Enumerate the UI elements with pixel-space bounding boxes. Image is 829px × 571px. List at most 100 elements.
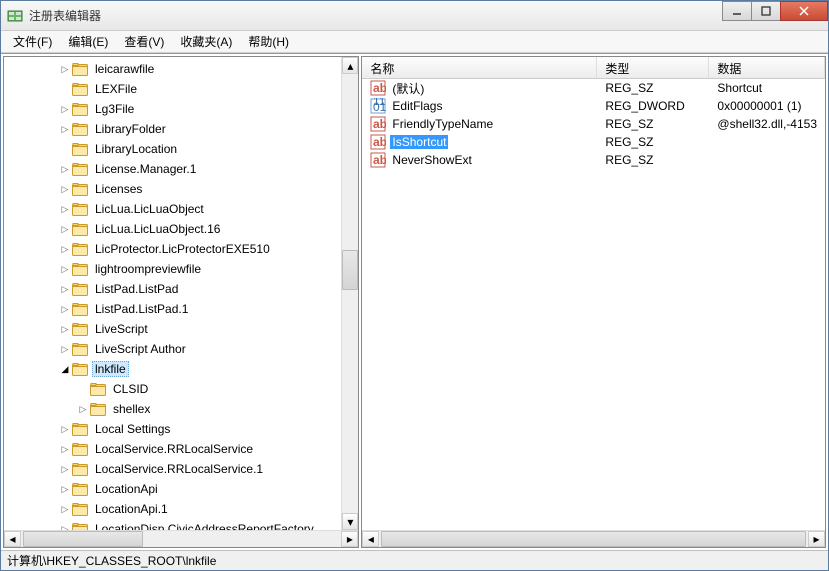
- expander-closed-icon[interactable]: ▷: [58, 282, 72, 296]
- tree-item[interactable]: ▷shellex: [4, 399, 341, 419]
- expander-closed-icon[interactable]: ▷: [58, 242, 72, 256]
- tree-item-label: LEXFile: [92, 81, 140, 97]
- scroll-left-icon[interactable]: ◂: [362, 531, 379, 547]
- tree-item[interactable]: ▷ Lg3File: [4, 99, 341, 119]
- tree-item[interactable]: LibraryLocation: [4, 139, 341, 159]
- value-data: Shortcut: [709, 81, 825, 95]
- tree-item-label: Local Settings: [92, 421, 173, 437]
- column-type[interactable]: 类型: [597, 57, 709, 78]
- main-split: ▷leicarawfile LEXFile ▷ Lg3File ▷LibraryFold…: [1, 53, 828, 550]
- expander-none: [76, 382, 90, 396]
- scroll-thumb[interactable]: [381, 531, 806, 547]
- list-row[interactable]: 110011EditFlagsREG_DWORD0x00000001 (1): [362, 97, 825, 115]
- tree-item-label: Lg3File: [92, 101, 137, 117]
- expander-closed-icon[interactable]: ▷: [76, 402, 90, 416]
- tree-item-label: Licenses: [92, 181, 145, 197]
- tree-item[interactable]: ▷LocationApi.1: [4, 499, 341, 519]
- close-button[interactable]: [780, 1, 828, 21]
- scroll-track[interactable]: [342, 74, 358, 513]
- statusbar: 计算机\HKEY_CLASSES_ROOT\lnkfile: [1, 550, 828, 570]
- tree-item[interactable]: ▷ Licenses: [4, 179, 341, 199]
- column-name[interactable]: 名称: [362, 57, 597, 78]
- expander-closed-icon[interactable]: ▷: [58, 182, 72, 196]
- expander-closed-icon[interactable]: ▷: [58, 62, 72, 76]
- list-row[interactable]: abFriendlyTypeNameREG_SZ@shell32.dll,-41…: [362, 115, 825, 133]
- tree-item[interactable]: ▷LicProtector.LicProtectorEXE510: [4, 239, 341, 259]
- expander-closed-icon[interactable]: ▷: [58, 322, 72, 336]
- scroll-thumb[interactable]: [342, 250, 358, 290]
- tree-item-label: LiveScript: [92, 321, 151, 337]
- tree-item[interactable]: ▷LocalService.RRLocalService: [4, 439, 341, 459]
- tree-item[interactable]: ▷License.Manager.1: [4, 159, 341, 179]
- tree-item-label: LibraryLocation: [92, 141, 180, 157]
- tree-item-label: LicLua.LicLuaObject: [92, 201, 207, 217]
- expander-open-icon[interactable]: ◢: [58, 362, 72, 376]
- status-path: 计算机\HKEY_CLASSES_ROOT\lnkfile: [7, 552, 216, 569]
- expander-closed-icon[interactable]: ▷: [58, 302, 72, 316]
- tree-item[interactable]: ▷ListPad.ListPad: [4, 279, 341, 299]
- tree-vscrollbar[interactable]: ▴ ▾: [341, 57, 358, 530]
- menu-favorites[interactable]: 收藏夹(A): [172, 31, 240, 52]
- expander-closed-icon[interactable]: ▷: [58, 102, 72, 116]
- expander-closed-icon[interactable]: ▷: [58, 342, 72, 356]
- scroll-right-icon[interactable]: ▸: [341, 531, 358, 547]
- scroll-track[interactable]: [21, 531, 341, 547]
- expander-closed-icon[interactable]: ▷: [58, 482, 72, 496]
- scroll-up-icon[interactable]: ▴: [342, 57, 358, 74]
- expander-closed-icon[interactable]: ▷: [58, 522, 72, 530]
- scroll-track[interactable]: [379, 531, 808, 547]
- scroll-down-icon[interactable]: ▾: [342, 513, 358, 530]
- window-controls: [723, 1, 828, 21]
- value-data: @shell32.dll,-4153: [709, 117, 825, 131]
- tree-item[interactable]: ▷LibraryFolder: [4, 119, 341, 139]
- expander-closed-icon[interactable]: ▷: [58, 162, 72, 176]
- expander-closed-icon[interactable]: ▷: [58, 502, 72, 516]
- tree-item[interactable]: ◢ lnkfile: [4, 359, 341, 379]
- menu-edit[interactable]: 编辑(E): [60, 31, 116, 52]
- column-data[interactable]: 数据: [709, 57, 825, 78]
- expander-closed-icon[interactable]: ▷: [58, 202, 72, 216]
- tree-item[interactable]: LEXFile: [4, 79, 341, 99]
- scroll-right-icon[interactable]: ▸: [808, 531, 825, 547]
- list-hscrollbar[interactable]: ◂ ▸: [362, 530, 825, 547]
- list-row[interactable]: abIsShortcutREG_SZ: [362, 133, 825, 151]
- values-list[interactable]: ab(默认)REG_SZShortcut110011EditFlagsREG_D…: [362, 79, 825, 530]
- scroll-thumb[interactable]: [23, 531, 143, 547]
- expander-closed-icon[interactable]: ▷: [58, 262, 72, 276]
- tree-item-label: LocalService.RRLocalService.1: [92, 461, 266, 477]
- tree-item[interactable]: ▷LiveScript Author: [4, 339, 341, 359]
- tree-item-label: ListPad.ListPad.1: [92, 301, 191, 317]
- expander-closed-icon[interactable]: ▷: [58, 442, 72, 456]
- tree-item[interactable]: ▷leicarawfile: [4, 59, 341, 79]
- expander-closed-icon[interactable]: ▷: [58, 462, 72, 476]
- value-type: REG_SZ: [597, 135, 709, 149]
- list-row[interactable]: abNeverShowExtREG_SZ: [362, 151, 825, 169]
- tree-item[interactable]: ▷ LicLua.LicLuaObject: [4, 199, 341, 219]
- tree-hscrollbar[interactable]: ◂ ▸: [4, 530, 358, 547]
- tree-item[interactable]: ▷LicLua.LicLuaObject.16: [4, 219, 341, 239]
- tree-item[interactable]: CLSID: [4, 379, 341, 399]
- binary-value-icon: 110011: [370, 98, 386, 114]
- tree-item-label: lnkfile: [92, 361, 129, 377]
- expander-closed-icon[interactable]: ▷: [58, 222, 72, 236]
- tree-item[interactable]: ▷ Local Settings: [4, 419, 341, 439]
- list-row[interactable]: ab(默认)REG_SZShortcut: [362, 79, 825, 97]
- tree-scroll[interactable]: ▷leicarawfile LEXFile ▷ Lg3File ▷LibraryFold…: [4, 57, 341, 530]
- tree-item[interactable]: ▷ LiveScript: [4, 319, 341, 339]
- value-type: REG_SZ: [597, 117, 709, 131]
- tree-item[interactable]: ▷ LocalService.RRLocalService.1: [4, 459, 341, 479]
- value-name: IsShortcut: [390, 135, 448, 149]
- expander-closed-icon[interactable]: ▷: [58, 122, 72, 136]
- expander-closed-icon[interactable]: ▷: [58, 422, 72, 436]
- tree-item[interactable]: ▷ ListPad.ListPad.1: [4, 299, 341, 319]
- menu-file[interactable]: 文件(F): [5, 31, 60, 52]
- minimize-button[interactable]: [722, 1, 752, 21]
- expander-none: [58, 82, 72, 96]
- tree-item[interactable]: ▷lightroompreviewfile: [4, 259, 341, 279]
- menu-help[interactable]: 帮助(H): [240, 31, 297, 52]
- menu-view[interactable]: 查看(V): [116, 31, 172, 52]
- maximize-button[interactable]: [751, 1, 781, 21]
- scroll-left-icon[interactable]: ◂: [4, 531, 21, 547]
- tree-item[interactable]: ▷LocationDisp.CivicAddressReportFactory: [4, 519, 341, 530]
- tree-item[interactable]: ▷LocationApi: [4, 479, 341, 499]
